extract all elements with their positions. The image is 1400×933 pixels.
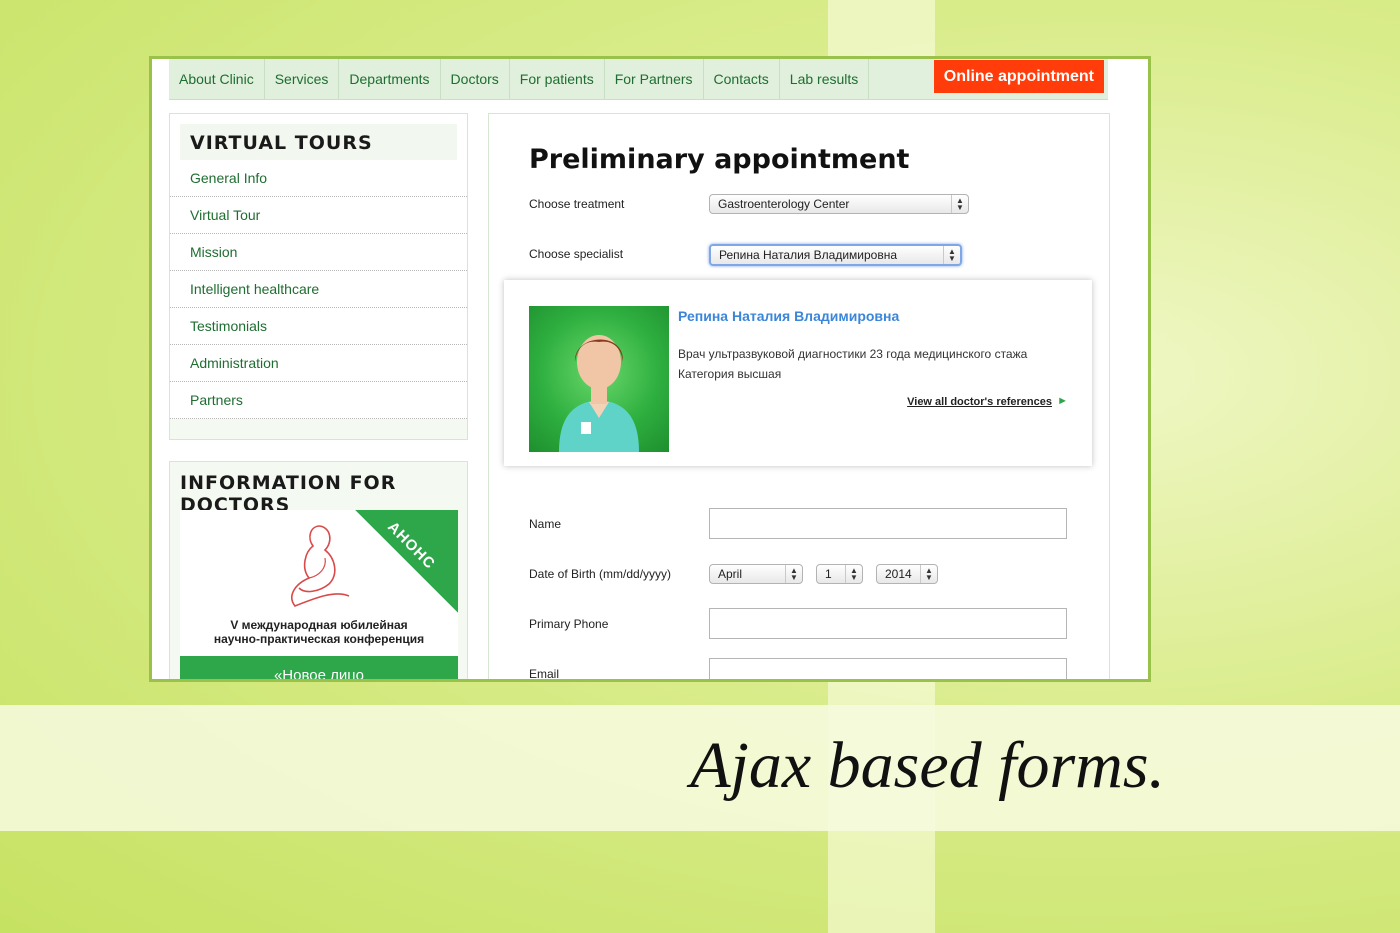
doctor-description: Врач ультразвуковой диагностики 23 года … (678, 344, 1027, 384)
select-arrows-icon: ▲ ▼ (920, 565, 937, 583)
sidebar: VIRTUAL TOURS General Info Virtual Tour … (169, 113, 468, 679)
doctor-references-link[interactable]: View all doctor's references (907, 396, 1052, 408)
select-arrows-icon: ▲ ▼ (951, 195, 968, 213)
virtual-tours-box: VIRTUAL TOURS General Info Virtual Tour … (169, 113, 468, 440)
banner-footer: «Новое лицо (180, 656, 458, 679)
doctor-photo (529, 306, 669, 452)
top-nav: About Clinic Services Departments Doctor… (169, 59, 1108, 100)
dob-day-value: 1 (825, 567, 832, 581)
phone-label: Primary Phone (529, 617, 609, 631)
treatment-label: Choose treatment (529, 197, 625, 211)
sidebar-item-intelligent-healthcare[interactable]: Intelligent healthcare (170, 271, 467, 308)
virtual-tours-title: VIRTUAL TOURS (180, 124, 457, 160)
doctor-name-link[interactable]: Репина Наталия Владимировна (678, 308, 899, 324)
dob-year-select[interactable]: 2014 ▲ ▼ (876, 564, 938, 584)
select-arrows-icon: ▲ ▼ (785, 565, 802, 583)
name-label: Name (529, 517, 562, 531)
sidebar-item-general-info[interactable]: General Info (170, 160, 467, 197)
tour-list-footer (170, 419, 467, 439)
dob-month-select[interactable]: April ▲ ▼ (709, 564, 803, 584)
doctor-desc-line-2: Категория высшая (678, 367, 782, 381)
name-field[interactable] (709, 508, 1067, 539)
sidebar-item-administration[interactable]: Administration (170, 345, 467, 382)
virtual-tours-list: General Info Virtual Tour Mission Intell… (170, 160, 467, 419)
conference-logo-icon (291, 525, 350, 607)
arrow-right-icon: ► (1057, 395, 1068, 407)
sidebar-item-virtual-tour[interactable]: Virtual Tour (170, 197, 467, 234)
doctor-desc-line-1: Врач ультразвуковой диагностики 23 года … (678, 347, 1028, 361)
nav-for-patients[interactable]: For patients (510, 59, 605, 99)
doctor-card: Репина Наталия Владимировна Врач ультраз… (504, 280, 1092, 466)
banner-line-2: научно-практическая конференция (213, 632, 425, 646)
online-appointment-button[interactable]: Online appointment (933, 60, 1104, 93)
specialist-select[interactable]: Репина Наталия Владимировна ▲ ▼ (709, 244, 962, 266)
dob-day-select[interactable]: 1 ▲ ▼ (816, 564, 863, 584)
sidebar-item-testimonials[interactable]: Testimonials (170, 308, 467, 345)
dob-label: Date of Birth (mm/dd/yyyy) (529, 567, 672, 581)
nav-for-partners[interactable]: For Partners (605, 59, 704, 99)
dob-year-value: 2014 (885, 567, 912, 581)
specialist-select-value: Репина Наталия Владимировна (719, 248, 897, 262)
nav-doctors[interactable]: Doctors (441, 59, 510, 99)
nav-contacts[interactable]: Contacts (704, 59, 780, 99)
doctor-portrait-icon (559, 335, 639, 452)
browser-frame: About Clinic Services Departments Doctor… (149, 56, 1151, 682)
nav-services[interactable]: Services (265, 59, 340, 99)
specialist-label: Choose specialist (529, 247, 624, 261)
email-field[interactable] (709, 658, 1067, 679)
treatment-select[interactable]: Gastroenterology Center ▲ ▼ (709, 194, 969, 214)
sidebar-item-mission[interactable]: Mission (170, 234, 467, 271)
nav-about-clinic[interactable]: About Clinic (169, 59, 265, 99)
select-arrows-icon: ▲ ▼ (943, 246, 960, 264)
phone-field[interactable] (709, 608, 1067, 639)
select-arrows-icon: ▲ ▼ (845, 565, 862, 583)
sidebar-item-partners[interactable]: Partners (170, 382, 467, 419)
appointment-form-panel: Preliminary appointment Choose treatment… (488, 113, 1110, 681)
tagline: Ajax based forms. (690, 729, 1165, 802)
dob-month-value: April (718, 567, 743, 581)
nav-departments[interactable]: Departments (339, 59, 441, 99)
nav-lab-results[interactable]: Lab results (780, 59, 870, 99)
conference-banner[interactable]: АНОНС V международная юбилейная научно-п… (180, 510, 458, 679)
banner-line-1: V международная юбилейная (230, 618, 408, 632)
treatment-select-value: Gastroenterology Center (718, 197, 850, 211)
info-for-doctors-box: INFORMATION FOR DOCTORS АНОНС V междунар… (169, 461, 468, 679)
email-label: Email (529, 667, 560, 681)
page-title: Preliminary appointment (529, 144, 910, 175)
banner-text: V международная юбилейная научно-практич… (180, 618, 458, 646)
